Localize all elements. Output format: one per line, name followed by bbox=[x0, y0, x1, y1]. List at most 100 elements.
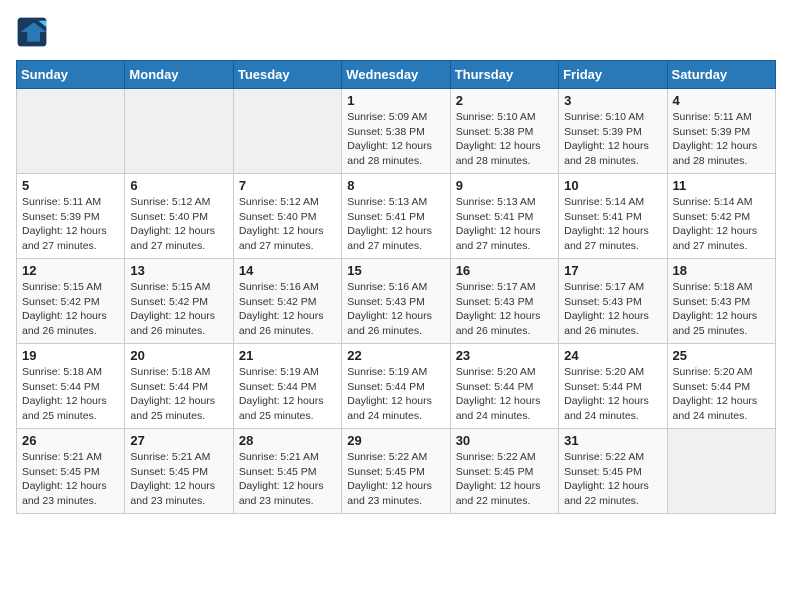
calendar-table: SundayMondayTuesdayWednesdayThursdayFrid… bbox=[16, 60, 776, 514]
day-info: Sunrise: 5:21 AMSunset: 5:45 PMDaylight:… bbox=[130, 450, 227, 509]
day-number: 24 bbox=[564, 348, 661, 363]
day-info: Sunrise: 5:17 AMSunset: 5:43 PMDaylight:… bbox=[564, 280, 661, 339]
day-number: 9 bbox=[456, 178, 553, 193]
day-cell: 7Sunrise: 5:12 AMSunset: 5:40 PMDaylight… bbox=[233, 174, 341, 259]
day-number: 28 bbox=[239, 433, 336, 448]
day-number: 14 bbox=[239, 263, 336, 278]
day-info: Sunrise: 5:22 AMSunset: 5:45 PMDaylight:… bbox=[456, 450, 553, 509]
week-row-3: 12 Sunrise: 5:15 AMSunset: 5:42 PMDayligh… bbox=[17, 259, 776, 344]
day-number: 23 bbox=[456, 348, 553, 363]
day-cell: 21 Sunrise: 5:19 AMSunset: 5:44 PMDayligh… bbox=[233, 344, 341, 429]
day-cell: 31 Sunrise: 5:22 AMSunset: 5:45 PMDayligh… bbox=[559, 429, 667, 514]
day-cell: 25 Sunrise: 5:20 AMSunset: 5:44 PMDayligh… bbox=[667, 344, 775, 429]
day-cell: 20Sunrise: 5:18 AMSunset: 5:44 PMDayligh… bbox=[125, 344, 233, 429]
day-cell: 8 Sunrise: 5:13 AMSunset: 5:41 PMDaylight… bbox=[342, 174, 450, 259]
day-info: Sunrise: 5:20 AMSunset: 5:44 PMDaylight:… bbox=[673, 365, 770, 424]
day-cell: 6 Sunrise: 5:12 AMSunset: 5:40 PMDaylight… bbox=[125, 174, 233, 259]
day-cell: 5 Sunrise: 5:11 AMSunset: 5:39 PMDaylight… bbox=[17, 174, 125, 259]
weekday-header-saturday: Saturday bbox=[667, 61, 775, 89]
day-number: 31 bbox=[564, 433, 661, 448]
day-info: Sunrise: 5:17 AMSunset: 5:43 PMDaylight:… bbox=[456, 280, 553, 339]
day-cell: 28Sunrise: 5:21 AMSunset: 5:45 PMDayligh… bbox=[233, 429, 341, 514]
header bbox=[16, 16, 776, 48]
day-cell: 29 Sunrise: 5:22 AMSunset: 5:45 PMDayligh… bbox=[342, 429, 450, 514]
day-info: Sunrise: 5:09 AMSunset: 5:38 PMDaylight:… bbox=[347, 110, 444, 169]
day-info: Sunrise: 5:19 AMSunset: 5:44 PMDaylight:… bbox=[239, 365, 336, 424]
day-info: Sunrise: 5:11 AMSunset: 5:39 PMDaylight:… bbox=[673, 110, 770, 169]
day-cell: 16 Sunrise: 5:17 AMSunset: 5:43 PMDayligh… bbox=[450, 259, 558, 344]
day-number: 11 bbox=[673, 178, 770, 193]
day-info: Sunrise: 5:15 AMSunset: 5:42 PMDaylight:… bbox=[130, 280, 227, 339]
day-cell: 19Sunrise: 5:18 AMSunset: 5:44 PMDayligh… bbox=[17, 344, 125, 429]
day-cell: 26Sunrise: 5:21 AMSunset: 5:45 PMDayligh… bbox=[17, 429, 125, 514]
day-cell: 2 Sunrise: 5:10 AMSunset: 5:38 PMDaylight… bbox=[450, 89, 558, 174]
weekday-header-sunday: Sunday bbox=[17, 61, 125, 89]
day-cell bbox=[125, 89, 233, 174]
day-cell bbox=[17, 89, 125, 174]
day-number: 13 bbox=[130, 263, 227, 278]
day-cell: 11Sunrise: 5:14 AMSunset: 5:42 PMDayligh… bbox=[667, 174, 775, 259]
day-number: 1 bbox=[347, 93, 444, 108]
weekday-header-row: SundayMondayTuesdayWednesdayThursdayFrid… bbox=[17, 61, 776, 89]
day-number: 15 bbox=[347, 263, 444, 278]
week-row-2: 5 Sunrise: 5:11 AMSunset: 5:39 PMDaylight… bbox=[17, 174, 776, 259]
day-cell: 27 Sunrise: 5:21 AMSunset: 5:45 PMDayligh… bbox=[125, 429, 233, 514]
day-info: Sunrise: 5:20 AMSunset: 5:44 PMDaylight:… bbox=[456, 365, 553, 424]
day-number: 5 bbox=[22, 178, 119, 193]
day-number: 25 bbox=[673, 348, 770, 363]
day-cell: 12 Sunrise: 5:15 AMSunset: 5:42 PMDayligh… bbox=[17, 259, 125, 344]
day-info: Sunrise: 5:13 AMSunset: 5:41 PMDaylight:… bbox=[347, 195, 444, 254]
day-number: 20 bbox=[130, 348, 227, 363]
day-info: Sunrise: 5:21 AMSunset: 5:45 PMDaylight:… bbox=[22, 450, 119, 509]
day-cell bbox=[233, 89, 341, 174]
day-info: Sunrise: 5:19 AMSunset: 5:44 PMDaylight:… bbox=[347, 365, 444, 424]
day-info: Sunrise: 5:22 AMSunset: 5:45 PMDaylight:… bbox=[564, 450, 661, 509]
day-number: 12 bbox=[22, 263, 119, 278]
day-number: 27 bbox=[130, 433, 227, 448]
day-info: Sunrise: 5:15 AMSunset: 5:42 PMDaylight:… bbox=[22, 280, 119, 339]
day-number: 21 bbox=[239, 348, 336, 363]
day-info: Sunrise: 5:12 AMSunset: 5:40 PMDaylight:… bbox=[239, 195, 336, 254]
day-cell: 4 Sunrise: 5:11 AMSunset: 5:39 PMDaylight… bbox=[667, 89, 775, 174]
day-number: 29 bbox=[347, 433, 444, 448]
day-number: 19 bbox=[22, 348, 119, 363]
day-info: Sunrise: 5:12 AMSunset: 5:40 PMDaylight:… bbox=[130, 195, 227, 254]
day-number: 2 bbox=[456, 93, 553, 108]
day-number: 10 bbox=[564, 178, 661, 193]
weekday-header-tuesday: Tuesday bbox=[233, 61, 341, 89]
day-cell: 18Sunrise: 5:18 AMSunset: 5:43 PMDayligh… bbox=[667, 259, 775, 344]
day-number: 22 bbox=[347, 348, 444, 363]
day-cell: 9 Sunrise: 5:13 AMSunset: 5:41 PMDaylight… bbox=[450, 174, 558, 259]
day-cell: 22 Sunrise: 5:19 AMSunset: 5:44 PMDayligh… bbox=[342, 344, 450, 429]
day-number: 4 bbox=[673, 93, 770, 108]
day-cell bbox=[667, 429, 775, 514]
day-info: Sunrise: 5:16 AMSunset: 5:43 PMDaylight:… bbox=[347, 280, 444, 339]
day-cell: 10 Sunrise: 5:14 AMSunset: 5:41 PMDayligh… bbox=[559, 174, 667, 259]
day-info: Sunrise: 5:13 AMSunset: 5:41 PMDaylight:… bbox=[456, 195, 553, 254]
day-cell: 17 Sunrise: 5:17 AMSunset: 5:43 PMDayligh… bbox=[559, 259, 667, 344]
day-cell: 13 Sunrise: 5:15 AMSunset: 5:42 PMDayligh… bbox=[125, 259, 233, 344]
day-number: 30 bbox=[456, 433, 553, 448]
week-row-1: 1 Sunrise: 5:09 AMSunset: 5:38 PMDaylight… bbox=[17, 89, 776, 174]
week-row-4: 19Sunrise: 5:18 AMSunset: 5:44 PMDayligh… bbox=[17, 344, 776, 429]
day-cell: 23 Sunrise: 5:20 AMSunset: 5:44 PMDayligh… bbox=[450, 344, 558, 429]
weekday-header-wednesday: Wednesday bbox=[342, 61, 450, 89]
day-cell: 3Sunrise: 5:10 AMSunset: 5:39 PMDaylight… bbox=[559, 89, 667, 174]
day-number: 8 bbox=[347, 178, 444, 193]
logo bbox=[16, 16, 52, 48]
day-info: Sunrise: 5:22 AMSunset: 5:45 PMDaylight:… bbox=[347, 450, 444, 509]
day-info: Sunrise: 5:11 AMSunset: 5:39 PMDaylight:… bbox=[22, 195, 119, 254]
day-cell: 15 Sunrise: 5:16 AMSunset: 5:43 PMDayligh… bbox=[342, 259, 450, 344]
day-number: 3 bbox=[564, 93, 661, 108]
day-number: 16 bbox=[456, 263, 553, 278]
day-info: Sunrise: 5:14 AMSunset: 5:41 PMDaylight:… bbox=[564, 195, 661, 254]
day-cell: 30 Sunrise: 5:22 AMSunset: 5:45 PMDayligh… bbox=[450, 429, 558, 514]
day-info: Sunrise: 5:18 AMSunset: 5:43 PMDaylight:… bbox=[673, 280, 770, 339]
weekday-header-monday: Monday bbox=[125, 61, 233, 89]
day-number: 6 bbox=[130, 178, 227, 193]
weekday-header-thursday: Thursday bbox=[450, 61, 558, 89]
day-cell: 1 Sunrise: 5:09 AMSunset: 5:38 PMDaylight… bbox=[342, 89, 450, 174]
day-number: 17 bbox=[564, 263, 661, 278]
day-cell: 24Sunrise: 5:20 AMSunset: 5:44 PMDayligh… bbox=[559, 344, 667, 429]
day-info: Sunrise: 5:10 AMSunset: 5:38 PMDaylight:… bbox=[456, 110, 553, 169]
